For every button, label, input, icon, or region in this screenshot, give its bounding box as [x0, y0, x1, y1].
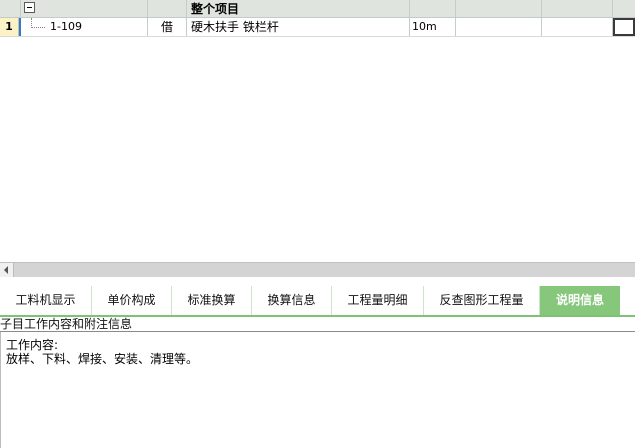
panel-title: 子目工作内容和附注信息	[0, 317, 133, 331]
tab-label: 工料机显示	[15, 293, 76, 307]
collapse-icon[interactable]	[24, 2, 35, 13]
table-row[interactable]: 1 1-109 借 硬木扶手 铁栏杆 10m	[0, 18, 635, 37]
tab-reverse-lookup[interactable]: 反查图形工程量	[424, 286, 540, 315]
description-textbox[interactable]: 工作内容: 放样、下料、焊接、安装、清理等。	[0, 332, 635, 448]
work-content-label: 工作内容:	[6, 338, 59, 352]
bottom-tab-bar: 工料机显示 单价构成 标准换算 换算信息 工程量明细 反查图形工程量 说明信息	[0, 277, 635, 317]
quota-grid: 整个项目 1 1-109 借 硬木扶手 铁栏杆 10m	[0, 0, 635, 262]
active-cell[interactable]	[613, 18, 635, 36]
type-cell[interactable]: 借	[161, 18, 173, 36]
tab-material-display[interactable]: 工料机显示	[0, 286, 92, 315]
row-selection-indicator	[19, 18, 21, 36]
tab-label: 反查图形工程量	[439, 293, 524, 307]
tab-label: 标准换算	[187, 293, 236, 307]
unit-cell[interactable]: 10m	[412, 18, 437, 36]
tab-unit-price[interactable]: 单价构成	[92, 286, 172, 315]
tab-label: 说明信息	[555, 293, 604, 307]
row-number[interactable]: 1	[0, 18, 19, 36]
tab-label: 单价构成	[107, 293, 156, 307]
work-content-text: 放样、下料、焊接、安装、清理等。	[6, 352, 199, 366]
tab-description-info[interactable]: 说明信息	[540, 286, 620, 315]
tab-conversion-info[interactable]: 换算信息	[252, 286, 332, 315]
code-cell[interactable]: 1-109	[50, 18, 82, 36]
tab-quantity-detail[interactable]: 工程量明细	[332, 286, 424, 315]
grid-header-row: 整个项目	[0, 0, 635, 18]
scroll-left-icon[interactable]	[0, 263, 14, 277]
project-title: 整个项目	[191, 2, 240, 16]
tab-label: 工程量明细	[347, 293, 408, 307]
description-panel: 子目工作内容和附注信息 工作内容: 放样、下料、焊接、安装、清理等。	[0, 317, 635, 448]
tab-standard-conversion[interactable]: 标准换算	[172, 286, 252, 315]
tab-label: 换算信息	[267, 293, 316, 307]
tree-line	[31, 27, 45, 28]
name-cell[interactable]: 硬木扶手 铁栏杆	[191, 18, 279, 36]
horizontal-scrollbar[interactable]	[0, 262, 635, 277]
